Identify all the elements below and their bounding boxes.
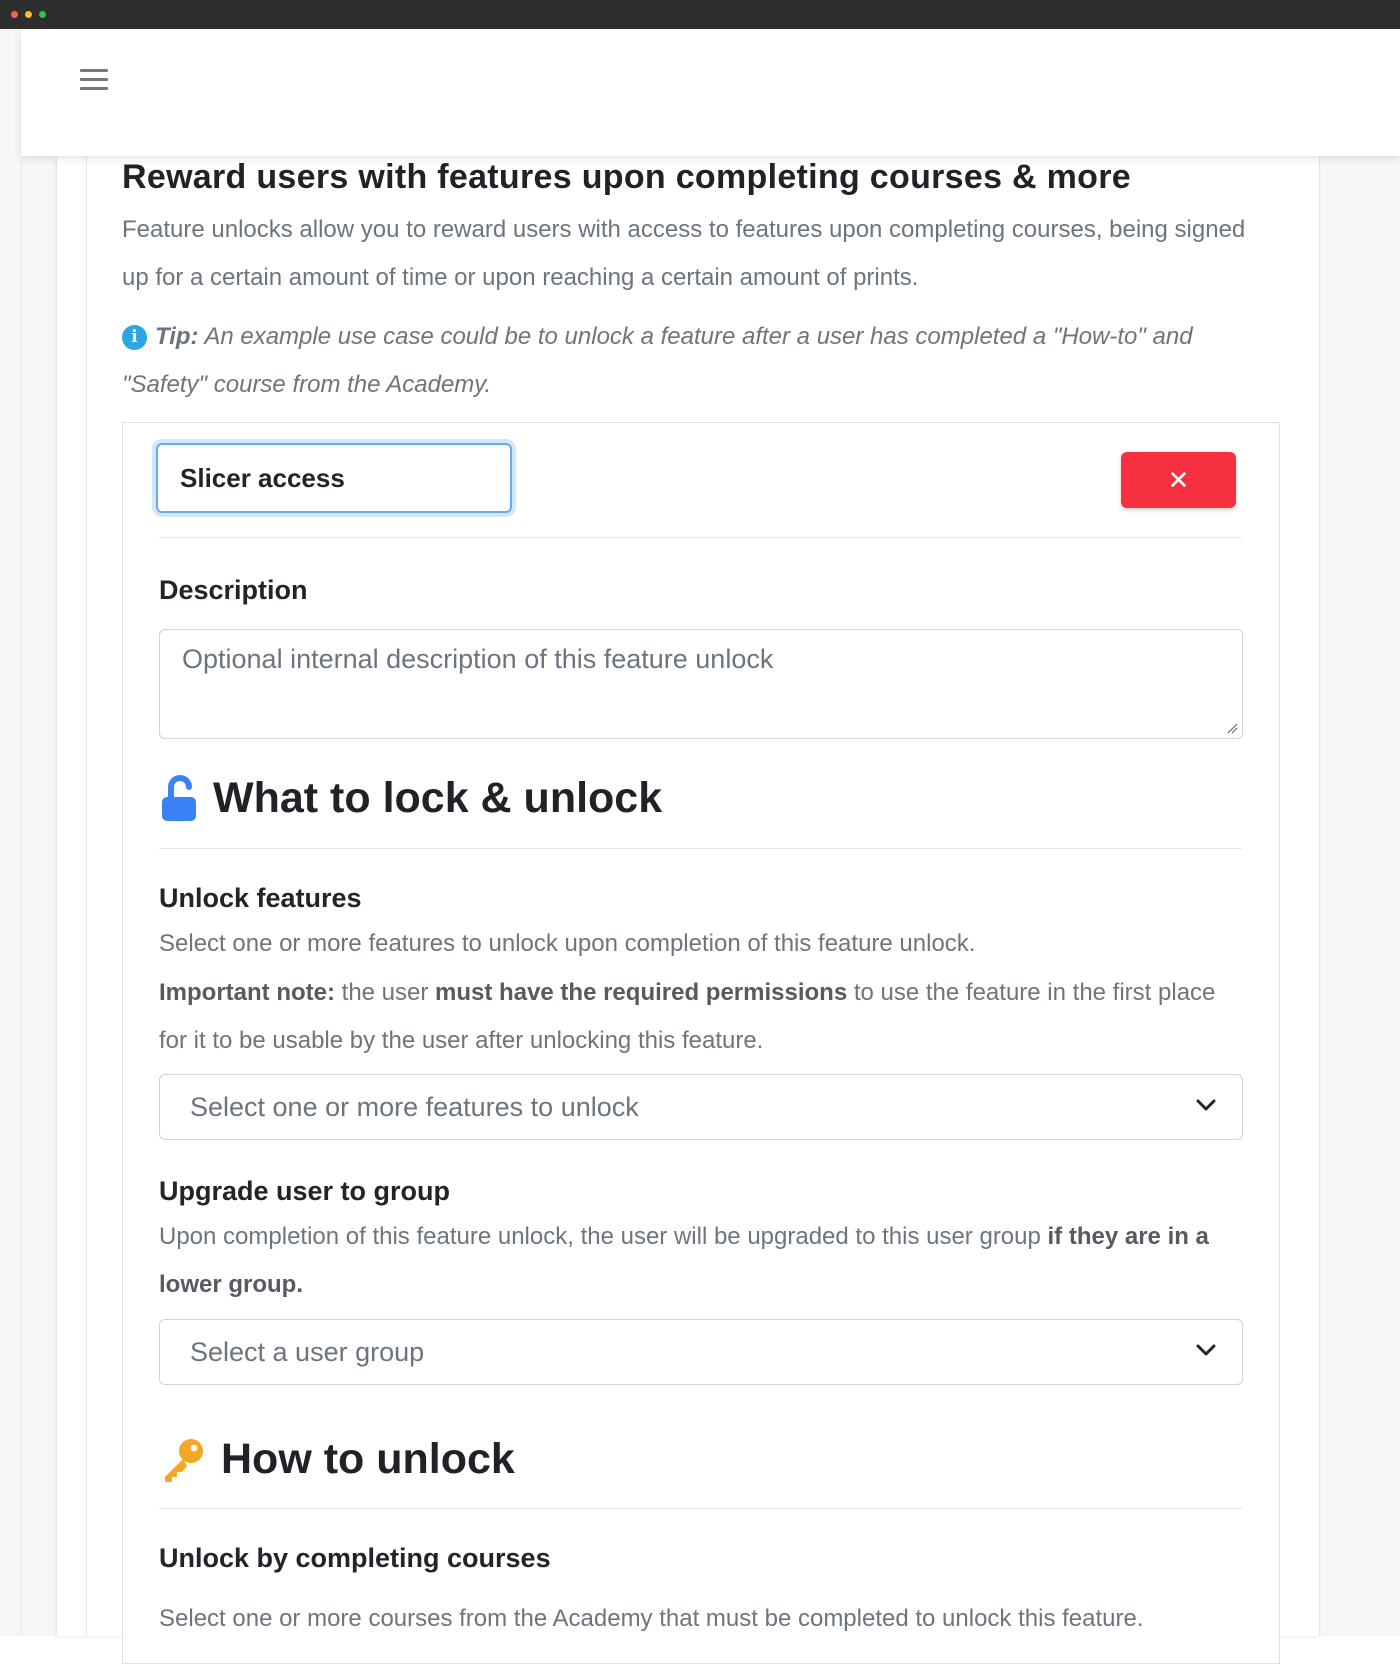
divider	[159, 848, 1242, 849]
chevron-down-icon	[1196, 1099, 1216, 1111]
user-group-placeholder: Select a user group	[190, 1337, 425, 1367]
top-navbar	[21, 29, 1400, 156]
chevron-down-icon	[1196, 1344, 1216, 1356]
important-note-label: Important note:	[159, 979, 335, 1006]
note-text: the user	[334, 979, 436, 1006]
page-intro: Feature unlocks allow you to reward user…	[122, 216, 1246, 291]
what-to-lock-title: What to lock & unlock	[213, 774, 663, 823]
key-icon	[165, 1438, 203, 1482]
close-window-icon[interactable]	[11, 11, 18, 18]
what-to-lock-heading: What to lock & unlock	[159, 772, 662, 823]
how-to-unlock-title: How to unlock	[221, 1435, 515, 1484]
description-placeholder: Optional internal description of this fe…	[182, 644, 774, 674]
hamburger-menu-icon[interactable]	[80, 69, 108, 93]
resize-grip-icon[interactable]	[1226, 722, 1238, 734]
divider	[159, 537, 1242, 538]
divider	[159, 1508, 1242, 1509]
how-to-unlock-heading: How to unlock	[159, 1433, 515, 1484]
window-titlebar	[0, 0, 1400, 29]
minimize-window-icon[interactable]	[25, 11, 32, 18]
upgrade-group-label: Upgrade user to group	[159, 1176, 451, 1206]
upgrade-help-text: Upon completion of this feature unlock, …	[159, 1223, 1048, 1250]
user-group-select[interactable]: Select a user group	[159, 1319, 1243, 1385]
description-textarea[interactable]: Optional internal description of this fe…	[159, 629, 1243, 739]
maximize-window-icon[interactable]	[39, 11, 46, 18]
tip-text: i Tip: An example use case could be to un…	[122, 313, 1282, 409]
note-emphasis: must have the required permissions	[435, 979, 848, 1006]
unlock-features-help: Select one or more features to unlock up…	[159, 930, 976, 957]
feature-unlock-name-input[interactable]: Slicer access	[156, 443, 512, 513]
upgrade-group-help: Upon completion of this feature unlock, …	[159, 1213, 1244, 1309]
unlock-features-placeholder: Select one or more features to unlock	[190, 1092, 639, 1122]
info-icon: i	[122, 325, 147, 350]
unlock-features-select[interactable]: Select one or more features to unlock	[159, 1074, 1243, 1140]
delete-feature-unlock-button[interactable]: ✕	[1121, 452, 1236, 508]
tip-label: Tip:	[155, 323, 199, 350]
unlock-icon	[162, 774, 196, 821]
tip-body: An example use case could be to unlock a…	[122, 323, 1193, 398]
left-sidebar-strip	[0, 29, 22, 1636]
close-icon: ✕	[1167, 466, 1190, 496]
unlock-features-label: Unlock features	[159, 883, 362, 913]
description-label: Description	[159, 575, 308, 605]
courses-label: Unlock by completing courses	[159, 1543, 551, 1573]
page-title: Reward users with features upon completi…	[122, 158, 1131, 196]
unlock-features-note: Important note: the user must have the r…	[159, 969, 1244, 1065]
